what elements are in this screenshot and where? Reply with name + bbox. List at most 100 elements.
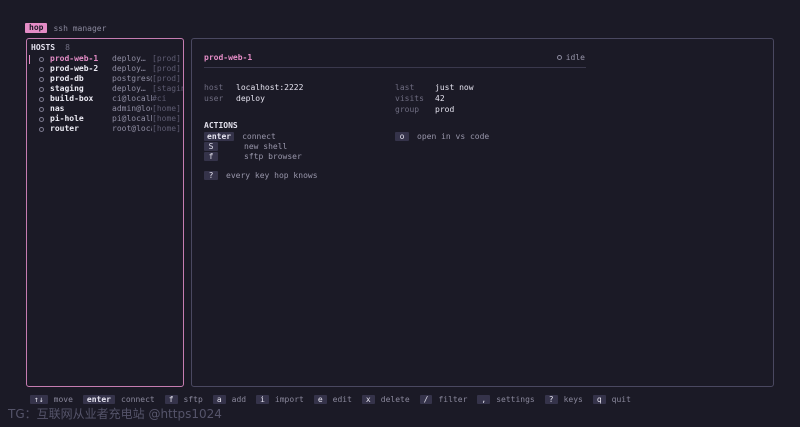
footer-label: move xyxy=(53,394,73,404)
footer-label: sftp xyxy=(183,394,203,404)
selection-cursor xyxy=(29,55,30,64)
app-subtitle: ssh manager xyxy=(53,23,107,33)
host-row-staging[interactable]: staging deploy… [stagin] xyxy=(27,84,183,94)
host-user: deploy… xyxy=(112,64,146,73)
hosts-title: HOSTS xyxy=(31,43,56,52)
action-label: new shell xyxy=(244,141,288,151)
status-dot-icon xyxy=(556,55,562,60)
footer-label: edit xyxy=(332,394,352,404)
status-dot-icon xyxy=(39,56,44,62)
host-tag: [prod] xyxy=(152,74,181,83)
status-dot-icon xyxy=(39,116,44,122)
host-row-build-box[interactable]: build-box ci@localho… #ci xyxy=(27,94,183,104)
host-tag: [home] xyxy=(152,104,181,113)
host-value: localhost:2222 xyxy=(236,83,304,92)
status-text: idle xyxy=(565,53,585,62)
host-user: root@local… xyxy=(112,124,152,133)
host-name: prod-web-2 xyxy=(50,64,99,73)
footer-import[interactable]: i import xyxy=(256,394,304,404)
new-shell-action[interactable]: S new shell xyxy=(204,141,287,151)
action-label: open in vs code xyxy=(417,131,490,141)
key-hint: / xyxy=(419,394,433,404)
footer-move[interactable]: ↑↓ move xyxy=(30,394,73,404)
host-name: prod-db xyxy=(50,74,84,83)
action-label: sftp browser xyxy=(244,151,302,161)
host-user: deploy… xyxy=(112,84,146,93)
key-hint: i xyxy=(256,394,269,404)
group-label: group xyxy=(395,105,420,114)
host-row-prod-db[interactable]: prod-db postgres@… [prod] xyxy=(27,74,183,84)
footer-label: settings xyxy=(496,394,535,404)
visits-label: visits xyxy=(395,94,424,103)
host-row-prod-web-2[interactable]: prod-web-2 deploy… [prod] xyxy=(27,64,183,74)
host-tag: [home] xyxy=(152,124,181,133)
host-row-router[interactable]: router root@local… [home] xyxy=(27,124,183,134)
actions-label: ACTIONS xyxy=(204,121,238,130)
title-divider xyxy=(204,67,586,68)
host-user: admin@localho… xyxy=(112,104,152,113)
key-hint: f xyxy=(164,394,178,404)
footer-quit[interactable]: q quit xyxy=(592,394,631,404)
footer-connect[interactable]: enter connect xyxy=(82,394,155,404)
host-detail-panel: prod-web-1 idle host localhost:2222 user… xyxy=(191,38,774,387)
key-hint: enter xyxy=(82,394,115,404)
keys-help-action[interactable]: ? every key hop knows xyxy=(204,170,318,180)
action-label: connect xyxy=(242,131,276,141)
footer-label: filter xyxy=(438,394,468,404)
footer-label: connect xyxy=(121,394,155,404)
connect-action[interactable]: enter connect xyxy=(204,131,276,141)
host-user: deploy… xyxy=(112,54,146,63)
footer-label: delete xyxy=(380,394,410,404)
key-hint: o xyxy=(395,131,409,141)
key-hint: , xyxy=(477,394,491,404)
footer-sftp[interactable]: f sftp xyxy=(164,394,203,404)
footer-keys[interactable]: ? keys xyxy=(544,394,583,404)
host-tag: [prod] xyxy=(152,54,181,63)
hosts-panel: HOSTS 8 prod-web-1 deploy… [prod] prod-w… xyxy=(26,38,184,387)
host-row-nas[interactable]: nas admin@localho… [home] xyxy=(27,104,183,114)
host-list: prod-web-1 deploy… [prod] prod-web-2 dep… xyxy=(27,54,183,134)
connection-status: idle xyxy=(556,53,585,62)
footer-settings[interactable]: , settings xyxy=(477,394,535,404)
host-row-pi-hole[interactable]: pi-hole pi@localh… [home] xyxy=(27,114,183,124)
key-hint: q xyxy=(592,394,606,404)
host-label: host xyxy=(204,83,224,92)
last-label: last xyxy=(395,83,415,92)
host-tag: [prod] xyxy=(152,64,181,73)
user-value: deploy xyxy=(236,94,265,103)
key-hint: e xyxy=(313,394,327,404)
hosts-header: HOSTS 8 xyxy=(31,43,70,52)
user-label: user xyxy=(204,94,224,103)
host-name: build-box xyxy=(50,94,94,103)
hosts-count: 8 xyxy=(65,43,70,52)
open-vscode-action[interactable]: o open in vs code xyxy=(395,131,489,141)
host-name: prod-web-1 xyxy=(50,54,99,63)
footer-label: quit xyxy=(611,394,631,404)
sftp-browser-action[interactable]: f sftp browser xyxy=(204,151,302,161)
key-hint: a xyxy=(212,394,226,404)
host-name: staging xyxy=(50,84,84,93)
key-hint: ↑↓ xyxy=(30,394,48,404)
host-row-prod-web-1[interactable]: prod-web-1 deploy… [prod] xyxy=(27,54,183,64)
status-dot-icon xyxy=(39,66,44,72)
footer-label: add xyxy=(231,394,247,404)
key-hint: ? xyxy=(544,394,558,404)
keybinding-footer: ↑↓ move enter connect f sftp a add i import e… xyxy=(30,394,641,404)
status-dot-icon xyxy=(39,76,44,82)
footer-edit[interactable]: e edit xyxy=(313,394,352,404)
key-hint: enter xyxy=(204,131,235,141)
host-name: nas xyxy=(50,104,65,113)
detail-title: prod-web-1 xyxy=(204,53,253,62)
key-hint: ? xyxy=(204,170,218,180)
host-info-left: host localhost:2222 user deploy xyxy=(204,83,303,104)
footer-label: keys xyxy=(563,394,583,404)
group-value: prod xyxy=(435,105,455,114)
footer-filter[interactable]: / filter xyxy=(419,394,468,404)
host-tag: [stagin] xyxy=(152,84,183,93)
footer-add[interactable]: a add xyxy=(212,394,247,404)
host-user: postgres@… xyxy=(112,74,152,83)
host-name: router xyxy=(50,124,79,133)
app-badge: hop xyxy=(25,23,48,33)
host-info-right: last just now visits 42 group prod xyxy=(395,83,474,115)
footer-delete[interactable]: x delete xyxy=(361,394,410,404)
